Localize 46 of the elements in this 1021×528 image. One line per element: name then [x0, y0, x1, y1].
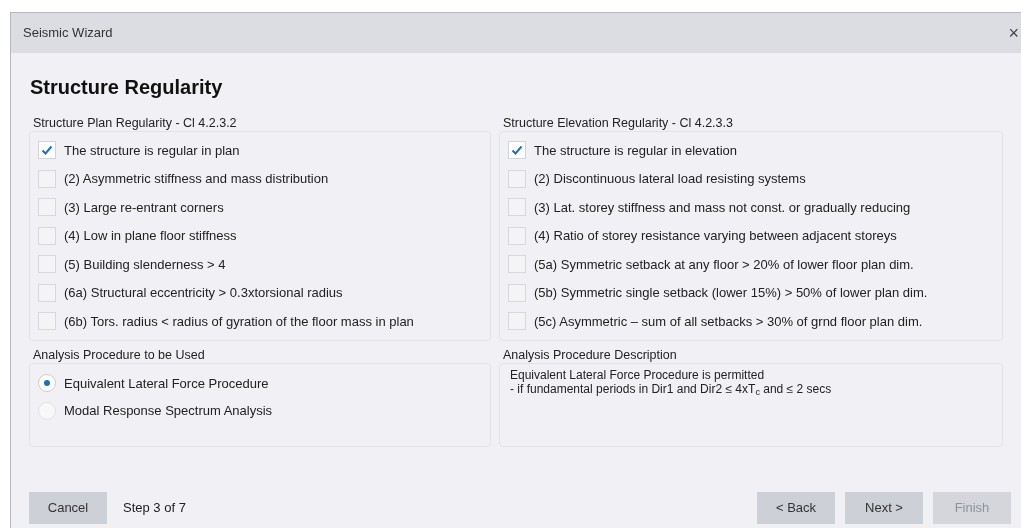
checkbox-label: (4) Low in plane floor stiffness [64, 227, 237, 245]
checkbox-label: The structure is regular in plan [64, 141, 240, 160]
checkbox[interactable] [508, 198, 526, 217]
description-text: Equivalent Lateral Force Procedure is permitted [510, 367, 766, 382]
checkbox[interactable] [38, 198, 56, 217]
group-title: Structure Elevation Regularity - Cl 4.2.3.3 [502, 115, 734, 131]
checkbox-label: (6b) Tors. radius < radius of gyration of the floor mass in plan [64, 312, 414, 331]
checkbox[interactable] [38, 169, 56, 188]
checkbox[interactable] [508, 169, 526, 188]
checkbox-label: (2) Asymmetric stiffness and mass distribution [64, 170, 329, 188]
checkmark-icon [511, 145, 523, 156]
radio-label: Equivalent Lateral Force Procedure [64, 374, 269, 393]
checkbox[interactable] [508, 226, 526, 245]
checkbox[interactable] [508, 283, 526, 302]
checkbox-label: (5b) Symmetric single setback (lower 15%) > 50% of lower plan dim. [534, 284, 928, 302]
checkbox-label: The structure is regular in elevation [534, 141, 738, 160]
checkbox-label: (2) Discontinuous lateral load resisting systems [534, 170, 806, 188]
group-title: Analysis Procedure to be Used [32, 346, 206, 363]
group-title: Analysis Procedure Description [502, 346, 678, 363]
checkbox-label: (5c) Asymmetric – sum of all setbacks > 30% of grnd floor plan dim. [534, 312, 923, 331]
radio-label: Modal Response Spectrum Analysis [64, 402, 273, 420]
page-heading: Structure Regularity [30, 75, 224, 99]
checkbox[interactable] [38, 312, 56, 331]
checkbox[interactable] [508, 255, 526, 274]
checkbox-label: (3) Lat. storey stiffness and mass not const. or gradually reducing [534, 198, 911, 217]
cancel-button[interactable]: Cancel [29, 492, 107, 524]
checkbox-label: (5a) Symmetric setback at any floor > 20% of lower floor plan dim. [534, 255, 914, 274]
checkmark-icon [41, 145, 53, 156]
checkbox-label: (3) Large re-entrant corners [64, 198, 224, 217]
step-indicator: Step 3 of 7 [123, 499, 186, 518]
checkbox-label: (4) Ratio of storey resistance varying between adjacent storeys [534, 227, 897, 245]
checkbox[interactable] [508, 141, 526, 160]
checkbox[interactable] [508, 312, 526, 331]
checkbox[interactable] [38, 141, 56, 160]
close-button[interactable]: × [1008, 24, 1019, 42]
description-text: - if fundamental periods in Dir1 and Dir2 ≤ 4xT$_{c}$ and ≤ 2 secs [510, 381, 833, 396]
checkbox-label: (5) Building slenderness > 4 [64, 255, 226, 274]
checkbox-label: (6a) Structural eccentricity > 0.3xtorsional radius [64, 284, 343, 302]
wizard-button[interactable]: < Back [757, 492, 835, 524]
checkbox[interactable] [38, 226, 56, 245]
checkbox[interactable] [38, 255, 56, 274]
window-title: Seismic Wizard [23, 24, 113, 43]
group-title: Structure Plan Regularity - Cl 4.2.3.2 [32, 115, 238, 131]
radio-button[interactable] [38, 374, 56, 393]
wizard-button[interactable]: Next > [845, 492, 923, 524]
checkbox[interactable] [38, 283, 56, 302]
